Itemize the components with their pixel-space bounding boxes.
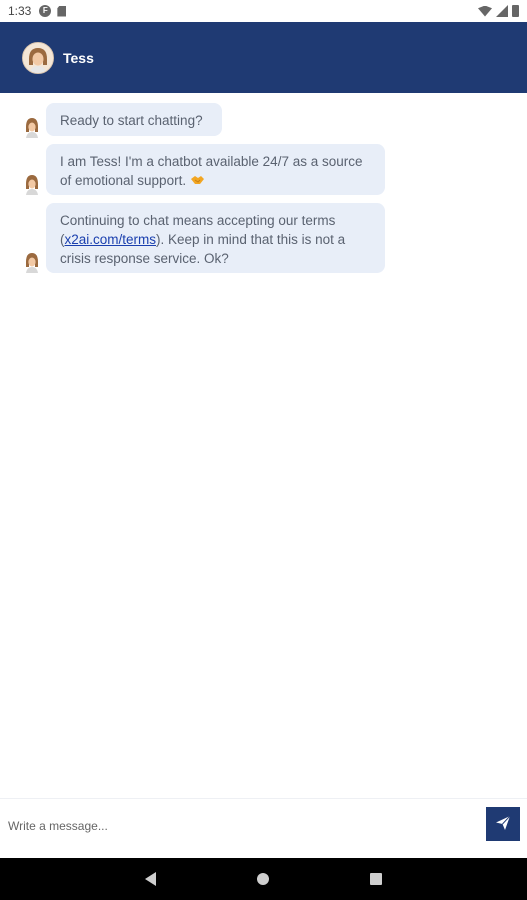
message-text: Ready to start chatting? [60,113,203,128]
chat-message-list[interactable]: Ready to start chatting? I am Tess! I'm … [0,93,527,798]
app-notification-icon: F [39,5,52,17]
sd-card-icon [57,5,67,17]
send-icon [495,815,511,834]
chat-title: Tess [63,49,94,66]
recents-icon[interactable] [370,873,382,885]
message-text: I am Tess! I'm a chatbot available 24/7 … [60,154,363,188]
signal-icon [496,5,508,17]
handshake-emoji-icon [190,172,205,184]
status-time: 1:33 [8,4,32,18]
message-row: I am Tess! I'm a chatbot available 24/7 … [0,144,527,195]
chat-bubble: Ready to start chatting? [46,103,222,136]
tess-avatar-icon [22,173,42,195]
wifi-icon [478,5,492,17]
chat-screen: 1:33 F Tess Ready to start chatting? I a… [0,0,527,900]
chat-bubble: I am Tess! I'm a chatbot available 24/7 … [46,144,385,195]
system-nav-bar [0,858,527,900]
back-icon[interactable] [145,872,156,886]
tess-avatar-icon [22,116,42,138]
app-header: Tess [0,22,527,93]
chat-bubble: Continuing to chat means accepting our t… [46,203,385,273]
message-input[interactable] [0,807,480,845]
message-composer [0,798,527,859]
home-icon[interactable] [257,873,269,885]
status-icons [478,5,519,17]
message-row: Continuing to chat means accepting our t… [0,203,527,273]
terms-link[interactable]: x2ai.com/terms [65,232,157,247]
battery-icon [512,5,519,17]
tess-avatar-icon [22,251,42,273]
tess-avatar-icon[interactable] [22,41,54,74]
send-button[interactable] [486,807,520,841]
message-row: Ready to start chatting? [0,103,527,138]
status-bar: 1:33 F [0,0,527,22]
